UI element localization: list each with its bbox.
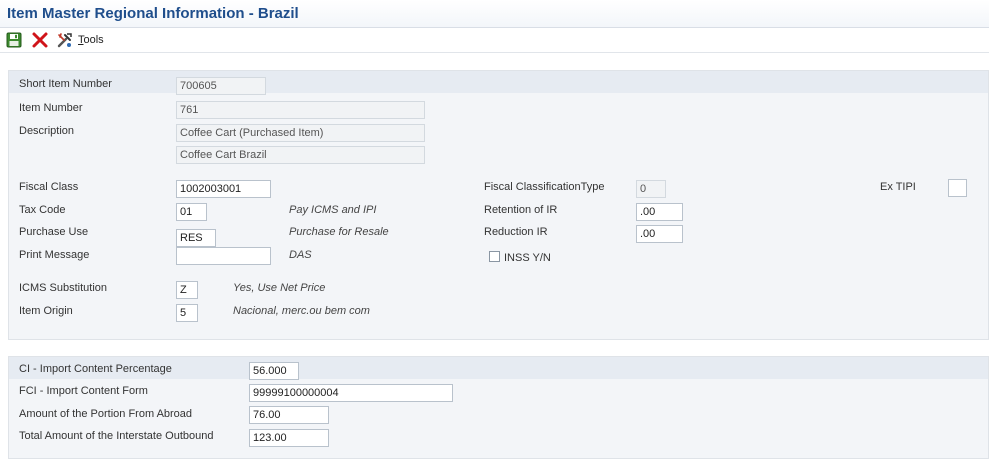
floppy-disk-icon (6, 32, 22, 48)
item-origin-input[interactable]: 5 (176, 304, 198, 322)
retention-of-ir-input[interactable]: .00 (636, 203, 683, 221)
inss-checkbox[interactable] (489, 251, 500, 262)
fiscal-class-label: Fiscal Class (19, 181, 79, 193)
save-button[interactable] (5, 31, 23, 49)
interstate-outbound-input[interactable]: 123.00 (249, 429, 329, 447)
fiscal-class-input[interactable]: 1002003001 (176, 180, 271, 198)
icms-substitution-label: ICMS Substitution (19, 282, 108, 294)
description-field-1: Coffee Cart (Purchased Item) (176, 124, 425, 142)
item-number-label: Item Number (19, 102, 83, 114)
fiscal-classification-type-field: 0 (636, 180, 666, 198)
red-x-icon (32, 32, 48, 48)
item-number-field: 761 (176, 101, 425, 119)
title-bar: Item Master Regional Information - Brazi… (0, 0, 989, 28)
ex-tipi-label: Ex TIPI (880, 181, 916, 193)
print-message-description: DAS (289, 249, 312, 261)
tax-code-input[interactable]: 01 (176, 203, 207, 221)
short-item-number-label: Short Item Number (19, 78, 112, 90)
ex-tipi-input[interactable] (948, 179, 967, 197)
retention-of-ir-label: Retention of IR (484, 204, 558, 216)
short-item-number-field: 700605 (176, 77, 266, 95)
icms-substitution-description: Yes, Use Net Price (233, 282, 326, 294)
portion-from-abroad-input[interactable]: 76.00 (249, 406, 329, 424)
main-panel-header-band (9, 71, 988, 93)
window-title: Item Master Regional Information - Brazi… (7, 5, 299, 22)
reduction-ir-input[interactable]: .00 (636, 225, 683, 243)
cancel-button[interactable] (31, 31, 49, 49)
fiscal-classification-type-label: Fiscal ClassificationType (484, 181, 605, 193)
tools-label-rest: ools (83, 34, 104, 46)
tax-code-label: Tax Code (19, 204, 66, 216)
item-origin-label: Item Origin (19, 305, 73, 317)
purchase-use-input[interactable]: RES (176, 229, 216, 247)
interstate-outbound-label: Total Amount of the Interstate Outbound (19, 430, 214, 442)
inss-label: INSS Y/N (504, 252, 551, 264)
purchase-use-label: Purchase Use (19, 226, 89, 238)
reduction-ir-label: Reduction IR (484, 226, 548, 238)
description-label: Description (19, 125, 75, 137)
tools-menu[interactable]: Tools (78, 34, 104, 46)
tax-code-description: Pay ICMS and IPI (289, 204, 377, 216)
fci-form-input[interactable]: 99999100000004 (249, 384, 453, 402)
tools-icon (57, 33, 72, 48)
ci-percentage-input[interactable]: 56.000 (249, 362, 299, 380)
description-field-2: Coffee Cart Brazil (176, 146, 425, 164)
tools-icon-button[interactable] (56, 31, 74, 49)
purchase-use-description: Purchase for Resale (289, 226, 389, 238)
print-message-input[interactable] (176, 247, 271, 265)
ci-percentage-label: CI - Import Content Percentage (19, 363, 172, 375)
item-origin-description: Nacional, merc.ou bem com (233, 305, 370, 317)
fci-form-label: FCI - Import Content Form (19, 385, 148, 397)
icms-substitution-input[interactable]: Z (176, 281, 198, 299)
print-message-label: Print Message (19, 249, 90, 261)
portion-from-abroad-label: Amount of the Portion From Abroad (19, 408, 193, 420)
toolbar: Tools (0, 28, 989, 53)
